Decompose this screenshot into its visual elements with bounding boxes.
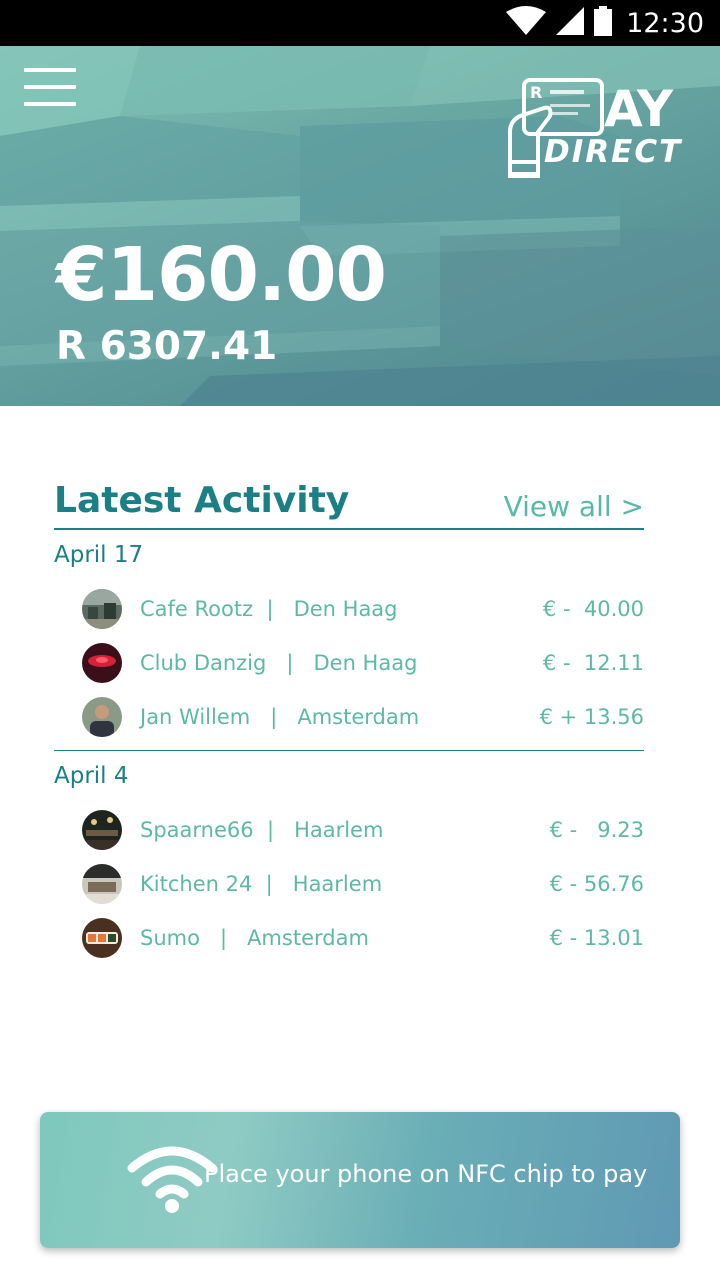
- balance-zar: R 6307.41: [56, 324, 278, 369]
- signal-icon: [556, 6, 585, 40]
- transaction-amount: € - 56.76: [549, 872, 644, 896]
- status-icons: 12:30: [506, 5, 704, 41]
- transaction-amount: € + 13.56: [539, 705, 644, 729]
- svg-text:R: R: [530, 83, 542, 102]
- activity-group: April 17 Cafe Rootz | Den Haag € - 40.00…: [54, 530, 644, 751]
- group-date: April 4: [54, 763, 129, 789]
- hamburger-menu-icon: [24, 68, 76, 72]
- transaction-amount: € - 12.11: [542, 651, 644, 675]
- transaction-merchant: Jan Willem | Amsterdam: [140, 705, 420, 729]
- pay-direct-logo: R AY DIRECT: [504, 78, 684, 182]
- avatar: [82, 643, 122, 683]
- avatar: [82, 697, 122, 737]
- wifi-icon: [506, 5, 547, 41]
- menu-button[interactable]: [24, 68, 76, 108]
- status-time: 12:30: [626, 7, 704, 39]
- nfc-pay-banner[interactable]: Place your phone on NFC chip to pay: [40, 1112, 680, 1248]
- transaction-merchant: Sumo | Amsterdam: [140, 926, 369, 950]
- avatar: [82, 918, 122, 958]
- menu-icon-bar: [24, 85, 76, 89]
- transaction-amount: € - 9.23: [549, 818, 644, 842]
- nfc-instruction-text: Place your phone on NFC chip to pay: [204, 1160, 648, 1188]
- logo-text-top: AY: [604, 80, 673, 138]
- avatar: [82, 810, 122, 850]
- battery-icon: [594, 5, 613, 41]
- transaction-row[interactable]: Cafe Rootz | Den Haag € - 40.00: [54, 582, 644, 636]
- transaction-merchant: Cafe Rootz | Den Haag: [140, 597, 398, 621]
- transaction-row[interactable]: Jan Willem | Amsterdam € + 13.56: [54, 690, 644, 744]
- transaction-row[interactable]: Kitchen 24 | Haarlem € - 56.76: [54, 857, 644, 911]
- transaction-row[interactable]: Spaarne66 | Haarlem € - 9.23: [54, 803, 644, 857]
- activity-header: Latest Activity View all >: [54, 478, 644, 530]
- logo-text-bottom: DIRECT: [544, 134, 683, 170]
- menu-icon-bar: [24, 102, 76, 106]
- transaction-merchant: Kitchen 24 | Haarlem: [140, 872, 383, 896]
- transaction-row[interactable]: Club Danzig | Den Haag € - 12.11: [54, 636, 644, 690]
- group-date: April 17: [54, 542, 144, 568]
- balance-header: R AY DIRECT €160.00 R 6307.41: [0, 46, 720, 406]
- transaction-merchant: Spaarne66 | Haarlem: [140, 818, 384, 842]
- view-all-link[interactable]: View all >: [504, 490, 644, 523]
- avatar: [82, 589, 122, 629]
- transaction-amount: € - 40.00: [542, 597, 644, 621]
- avatar: [82, 864, 122, 904]
- transaction-amount: € - 13.01: [549, 926, 644, 950]
- transaction-merchant: Club Danzig | Den Haag: [140, 651, 418, 675]
- activity-title: Latest Activity: [54, 480, 350, 521]
- activity-group: April 4 Spaarne66 | Haarlem € - 9.23 Kit…: [54, 751, 644, 965]
- transaction-row[interactable]: Sumo | Amsterdam € - 13.01: [54, 911, 644, 965]
- status-bar: 12:30: [0, 0, 720, 46]
- latest-activity-section: Latest Activity View all > April 17 Cafe…: [54, 478, 644, 965]
- balance-eur: €160.00: [56, 232, 387, 318]
